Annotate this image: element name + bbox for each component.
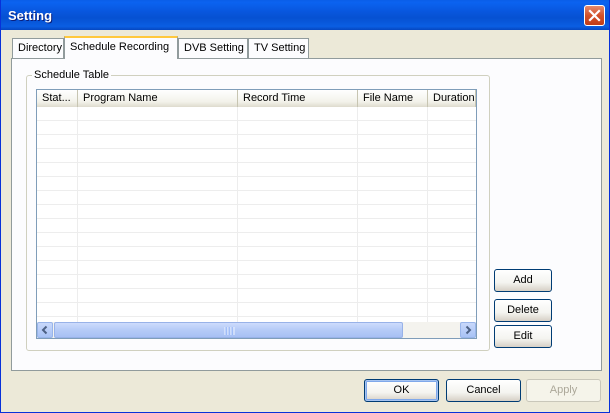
grid-row-line	[37, 162, 476, 163]
column-header-status[interactable]: Stat...	[37, 90, 78, 107]
tab-label: Schedule Recording	[70, 41, 170, 53]
delete-button[interactable]: Delete	[494, 299, 552, 322]
scroll-thumb[interactable]	[54, 322, 403, 338]
close-button[interactable]	[584, 5, 605, 26]
close-icon	[588, 9, 601, 22]
ok-button[interactable]: OK	[364, 379, 439, 402]
tab-directory[interactable]: Directory	[12, 38, 64, 58]
schedule-recording-panel: Schedule Table Stat... Program Name Reco…	[11, 58, 602, 371]
window-title: Setting	[8, 8, 53, 23]
tab-label: Directory	[18, 42, 63, 54]
title-bar[interactable]: Setting	[1, 0, 609, 30]
grid-row-line	[37, 246, 476, 247]
tab-dvb-setting[interactable]: DVB Setting	[178, 38, 248, 58]
add-button[interactable]: Add	[494, 269, 552, 292]
grid-row-line	[37, 148, 476, 149]
grid-column-line	[427, 107, 428, 322]
grid-row-line	[37, 288, 476, 289]
column-header-record-time[interactable]: Record Time	[238, 90, 358, 107]
grid-row-line	[37, 302, 476, 303]
grid-column-line	[357, 107, 358, 322]
apply-button[interactable]: Apply	[526, 379, 601, 402]
column-label: Duration	[433, 92, 475, 104]
column-label: File Name	[363, 92, 414, 104]
group-label: Schedule Table	[32, 69, 112, 81]
grid-row-line	[37, 120, 476, 121]
grid-row-line	[37, 260, 476, 261]
column-label: Record Time	[243, 92, 306, 104]
grid-row-line	[37, 232, 476, 233]
tab-label: DVB Setting	[184, 42, 244, 54]
horizontal-scrollbar[interactable]	[37, 322, 476, 338]
grid-row-line	[37, 316, 476, 317]
edit-button[interactable]: Edit	[494, 325, 552, 348]
tab-schedule-recording[interactable]: Schedule Recording	[64, 36, 178, 59]
settings-dialog: Setting Directory Schedule Recording DVB…	[0, 0, 610, 413]
scroll-grip-icon	[224, 327, 235, 335]
arrow-right-icon	[465, 325, 472, 335]
tab-label: TV Setting	[254, 42, 306, 54]
column-label: Program Name	[83, 92, 158, 104]
grid-row-line	[37, 204, 476, 205]
table-header: Stat... Program Name Record Time File Na…	[37, 90, 476, 107]
scroll-left-button[interactable]	[37, 322, 53, 338]
column-header-file-name[interactable]: File Name	[358, 90, 428, 107]
grid-row-line	[37, 218, 476, 219]
cancel-button[interactable]: Cancel	[446, 379, 521, 402]
column-header-duration[interactable]: Duration	[428, 90, 476, 107]
column-label: Stat...	[42, 92, 71, 104]
grid-row-line	[37, 274, 476, 275]
grid-row-line	[37, 190, 476, 191]
grid-row-line	[37, 134, 476, 135]
arrow-left-icon	[41, 325, 48, 335]
grid-column-line	[77, 107, 78, 322]
column-header-program-name[interactable]: Program Name	[78, 90, 238, 107]
grid-row-line	[37, 176, 476, 177]
table-body[interactable]	[37, 107, 476, 322]
grid-column-line	[237, 107, 238, 322]
tab-tv-setting[interactable]: TV Setting	[248, 38, 309, 58]
scroll-right-button[interactable]	[460, 322, 476, 338]
schedule-table[interactable]: Stat... Program Name Record Time File Na…	[36, 89, 477, 339]
